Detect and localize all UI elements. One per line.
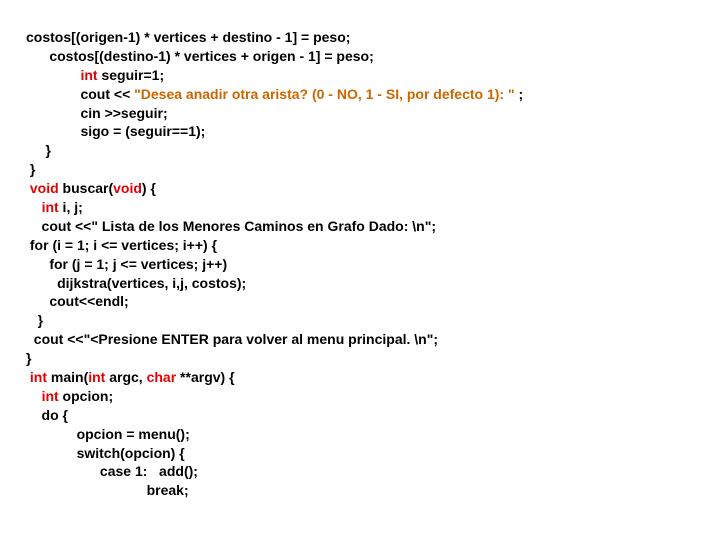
code-line: int main(int argc, char **argv) { xyxy=(26,368,720,387)
code-line: costos[(destino-1) * vertices + origen -… xyxy=(26,47,720,66)
code-line: case 1: add(); xyxy=(26,462,720,481)
code-line: for (j = 1; j <= vertices; j++) xyxy=(26,255,720,274)
code-line: } xyxy=(26,311,720,330)
code-line: switch(opcion) { xyxy=(26,444,720,463)
code-line: void buscar(void) { xyxy=(26,179,720,198)
keyword-char: char xyxy=(147,369,177,385)
keyword-void: void xyxy=(113,180,142,196)
string-literal: "Desea anadir otra arista? (0 - NO, 1 - … xyxy=(134,86,514,102)
code-line: int opcion; xyxy=(26,387,720,406)
code-line: break; xyxy=(26,481,720,500)
code-line: cout<<endl; xyxy=(26,292,720,311)
keyword-int: int xyxy=(30,369,47,385)
code-line: sigo = (seguir==1); xyxy=(26,122,720,141)
keyword-int: int xyxy=(42,388,59,404)
code-line: costos[(origen-1) * vertices + destino -… xyxy=(26,28,720,47)
keyword-int: int xyxy=(88,369,105,385)
code-line: opcion = menu(); xyxy=(26,425,720,444)
keyword-void: void xyxy=(30,180,59,196)
code-line: } xyxy=(26,160,720,179)
code-slide: costos[(origen-1) * vertices + destino -… xyxy=(26,28,720,500)
code-line: dijkstra(vertices, i,j, costos); xyxy=(26,274,720,293)
code-line: } xyxy=(26,141,720,160)
code-line: int seguir=1; xyxy=(26,66,720,85)
code-line: do { xyxy=(26,406,720,425)
code-line: cout <<" Lista de los Menores Caminos en… xyxy=(26,217,720,236)
code-line: for (i = 1; i <= vertices; i++) { xyxy=(26,236,720,255)
code-line: int i, j; xyxy=(26,198,720,217)
code-line: cout <<"<Presione ENTER para volver al m… xyxy=(26,330,720,349)
code-line: cout << "Desea anadir otra arista? (0 - … xyxy=(26,85,720,104)
keyword-int: int xyxy=(42,199,59,215)
code-line: cin >>seguir; xyxy=(26,104,720,123)
code-line: } xyxy=(26,349,720,368)
keyword-int: int xyxy=(80,67,97,83)
